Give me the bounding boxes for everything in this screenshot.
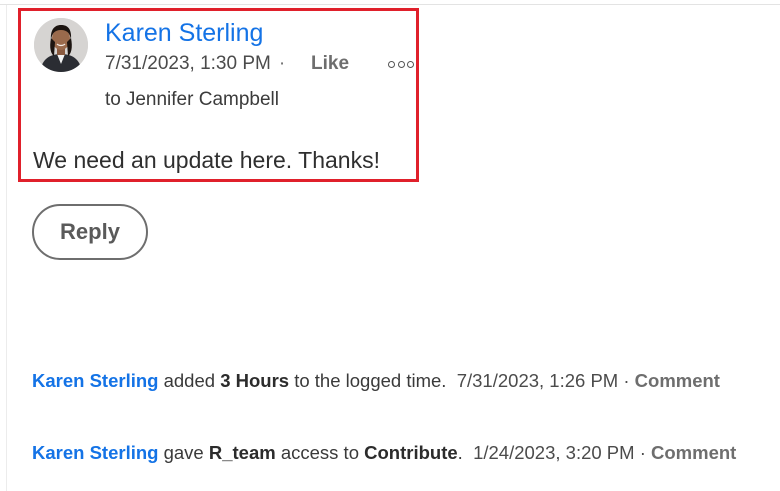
avatar[interactable] — [34, 18, 88, 72]
activity-comment-link[interactable]: Comment — [651, 442, 736, 463]
more-options-icon[interactable] — [388, 56, 414, 72]
activity-text: to the logged time. — [294, 370, 447, 391]
top-divider — [0, 4, 780, 5]
more-dot — [388, 60, 395, 68]
activity-object: R_team — [208, 442, 276, 463]
user-avatar-icon — [34, 18, 88, 72]
activity-entry: Karen Sterling gave R_team access to Con… — [32, 442, 736, 464]
activity-separator: · — [623, 370, 630, 391]
comment-author-link[interactable]: Karen Sterling — [105, 19, 263, 48]
activity-comment-link[interactable]: Comment — [635, 370, 720, 391]
more-dot — [397, 60, 405, 68]
comment-recipient: to Jennifer Campbell — [105, 89, 279, 111]
activity-verb: added — [163, 370, 216, 391]
comment-timestamp: 7/31/2023, 1:30 PM — [105, 53, 271, 74]
activity-user-link[interactable]: Karen Sterling — [32, 442, 158, 463]
comment-body: We need an update here. Thanks! — [33, 147, 380, 173]
activity-end: . — [457, 442, 463, 463]
like-button[interactable]: Like — [311, 53, 349, 75]
comment-meta: 7/31/2023, 1:30 PM · — [105, 53, 285, 75]
activity-timestamp: 7/31/2023, 1:26 PM — [456, 370, 619, 391]
activity-timestamp: 1/24/2023, 3:20 PM — [473, 442, 635, 463]
activity-object: 3 Hours — [220, 370, 290, 391]
activity-text: access to — [280, 442, 359, 463]
more-dot — [407, 60, 414, 68]
comment-card: Karen Sterling 7/31/2023, 1:30 PM · Like… — [18, 8, 419, 182]
left-divider — [6, 5, 7, 491]
activity-user-link[interactable]: Karen Sterling — [32, 370, 158, 391]
reply-button[interactable]: Reply — [32, 204, 148, 260]
activity-verb: gave — [163, 442, 204, 463]
recipient-name: Jennifer Campbell — [125, 89, 279, 110]
meta-separator: · — [278, 53, 286, 74]
recipient-prefix: to — [105, 89, 121, 110]
activity-separator: · — [639, 442, 646, 463]
activity-object-2: Contribute — [364, 442, 458, 463]
activity-entry: Karen Sterling added 3 Hours to the logg… — [32, 370, 720, 392]
